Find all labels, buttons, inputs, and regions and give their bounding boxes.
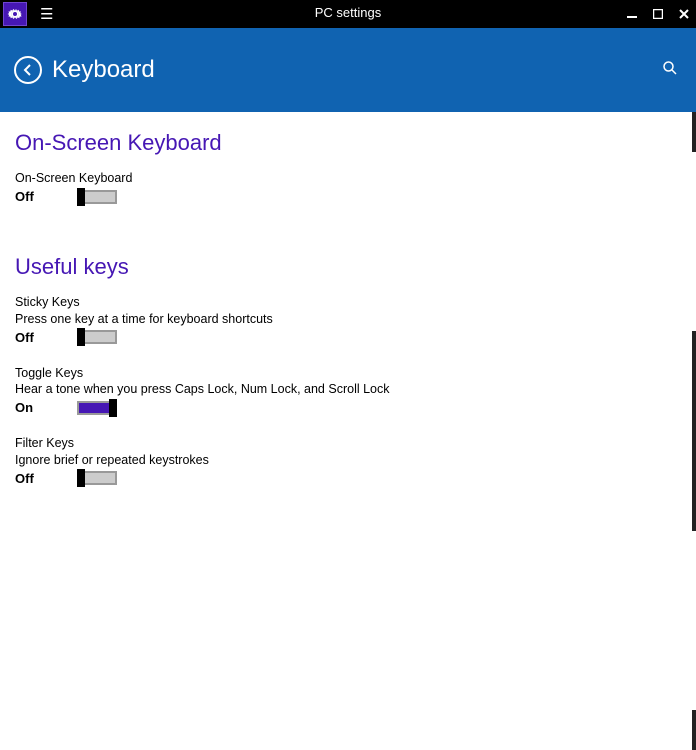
page-header: Keyboard [0, 28, 696, 112]
window-controls [624, 0, 692, 28]
section-useful-title: Useful keys [15, 254, 681, 280]
titlebar: ☰ PC settings [0, 0, 696, 28]
scrollbar-segment [692, 112, 696, 152]
setting-sticky-keys: Sticky Keys Press one key at a time for … [15, 294, 681, 345]
setting-toggle-keys: Toggle Keys Hear a tone when you press C… [15, 365, 681, 416]
toggle-handle [77, 328, 85, 346]
setting-label: Toggle Keys [15, 365, 681, 381]
page-title: Keyboard [52, 56, 155, 84]
toggle-row: Off [15, 189, 681, 204]
toggle-state-label: Off [15, 471, 77, 486]
minimize-button[interactable] [624, 5, 640, 24]
close-button[interactable] [676, 5, 692, 24]
setting-desc: Press one key at a time for keyboard sho… [15, 311, 681, 327]
toggle-state-label: Off [15, 330, 77, 345]
search-icon[interactable] [662, 60, 678, 81]
window-title: PC settings [315, 5, 381, 20]
setting-label: On-Screen Keyboard [15, 170, 681, 186]
setting-desc: Hear a tone when you press Caps Lock, Nu… [15, 381, 681, 397]
sticky-keys-toggle[interactable] [77, 330, 117, 344]
toggle-state-label: On [15, 400, 77, 415]
setting-label: Filter Keys [15, 435, 681, 451]
content-area: On-Screen Keyboard On-Screen Keyboard Of… [0, 112, 696, 524]
scrollbar-segment [692, 331, 696, 531]
menu-icon[interactable]: ☰ [30, 5, 63, 23]
toggle-row: Off [15, 330, 681, 345]
toggle-keys-toggle[interactable] [77, 401, 117, 415]
setting-onscreen-keyboard: On-Screen Keyboard Off [15, 170, 681, 204]
toggle-handle [77, 188, 85, 206]
maximize-button[interactable] [650, 5, 666, 24]
filter-keys-toggle[interactable] [77, 471, 117, 485]
onscreen-keyboard-toggle[interactable] [77, 190, 117, 204]
toggle-state-label: Off [15, 189, 77, 204]
section-onscreen-title: On-Screen Keyboard [15, 130, 681, 156]
toggle-handle [109, 399, 117, 417]
toggle-row: Off [15, 471, 681, 486]
setting-filter-keys: Filter Keys Ignore brief or repeated key… [15, 435, 681, 486]
toggle-row: On [15, 400, 681, 415]
scrollbar[interactable] [692, 112, 696, 750]
back-button[interactable] [14, 56, 42, 84]
setting-desc: Ignore brief or repeated keystrokes [15, 452, 681, 468]
scrollbar-segment [692, 710, 696, 750]
app-icon [3, 2, 27, 26]
setting-label: Sticky Keys [15, 294, 681, 310]
toggle-handle [77, 469, 85, 487]
